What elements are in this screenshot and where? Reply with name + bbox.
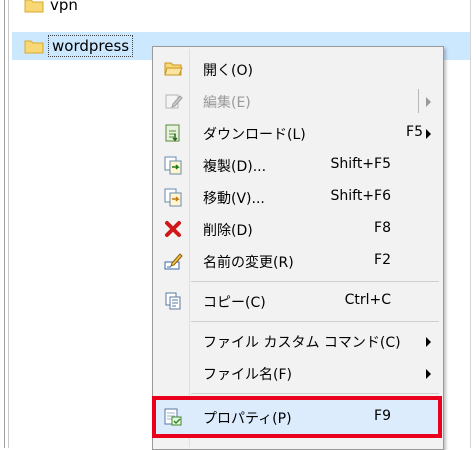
copy-icon — [163, 291, 183, 311]
menu-item-download[interactable]: ダウンロード(L) F5 — [155, 117, 439, 149]
edit-pencil-icon — [163, 91, 183, 111]
menu-item-properties[interactable]: プロパティ(P) F9 — [152, 396, 442, 438]
menu-item-label: 複製(D)... — [203, 159, 267, 175]
folder-icon — [24, 38, 44, 54]
window-border-left — [4, 0, 5, 448]
window-border-inner — [8, 0, 9, 448]
chevron-right-icon — [426, 337, 431, 347]
menu-item-label: 移動(V)... — [203, 191, 265, 207]
menu-item-shortcut: F8 — [374, 220, 391, 236]
open-folder-icon — [163, 59, 183, 79]
menu-item-shortcut: F9 — [374, 408, 391, 424]
menu-item-move[interactable]: 移動(V)... Shift+F6 — [155, 181, 439, 213]
menu-item-shortcut: Ctrl+C — [344, 292, 391, 308]
chevron-right-icon — [426, 97, 431, 107]
properties-icon — [163, 407, 183, 427]
menu-item-file-names[interactable]: ファイル名(F) — [155, 357, 439, 389]
menu-item-label: ファイル カスタム コマンド(C) — [203, 335, 401, 351]
menu-item-open[interactable]: 開く(O) — [155, 53, 439, 85]
menu-item-shortcut: F5 — [406, 124, 423, 140]
menu-item-delete[interactable]: 削除(D) F8 — [155, 213, 439, 245]
menu-item-label: 開く(O) — [203, 63, 253, 79]
context-menu: 開く(O) 編集(E) ダウンロード(L) F5 複製(D)... Shift+… — [152, 46, 444, 450]
rename-icon — [163, 251, 183, 271]
menu-item-label: プロパティ(P) — [203, 411, 292, 427]
menu-item-rename[interactable]: 名前の変更(R) F2 — [155, 245, 439, 277]
duplicate-icon — [163, 155, 183, 175]
move-icon — [163, 187, 183, 207]
menu-item-label: 削除(D) — [203, 223, 253, 239]
menu-item-copy[interactable]: コピー(C) Ctrl+C — [155, 285, 439, 317]
menu-item-label: 名前の変更(R) — [203, 255, 294, 271]
delete-x-icon — [163, 219, 183, 239]
menu-separator — [191, 321, 439, 322]
menu-item-shortcut: F2 — [374, 252, 391, 268]
menu-item-label: 編集(E) — [203, 95, 251, 111]
folder-icon — [24, 0, 44, 13]
download-icon — [163, 123, 183, 143]
menu-item-label: コピー(C) — [203, 295, 266, 311]
menu-item-shortcut: Shift+F6 — [330, 188, 391, 204]
menu-item-label: ダウンロード(L) — [203, 127, 306, 143]
submenu-divider — [418, 89, 419, 113]
list-item-vpn[interactable]: vpn — [24, 0, 80, 16]
file-name: vpn — [50, 0, 78, 14]
menu-separator — [191, 393, 439, 394]
menu-item-edit[interactable]: 編集(E) — [155, 85, 439, 117]
menu-separator — [191, 281, 439, 282]
menu-item-duplicate[interactable]: 複製(D)... Shift+F5 — [155, 149, 439, 181]
window-border-right — [470, 0, 471, 448]
menu-item-label: ファイル名(F) — [203, 367, 292, 383]
chevron-right-icon — [426, 129, 431, 139]
menu-item-shortcut: Shift+F5 — [330, 156, 391, 172]
chevron-right-icon — [426, 369, 431, 379]
file-name: wordpress — [48, 35, 134, 57]
menu-item-file-custom-commands[interactable]: ファイル カスタム コマンド(C) — [155, 325, 439, 357]
